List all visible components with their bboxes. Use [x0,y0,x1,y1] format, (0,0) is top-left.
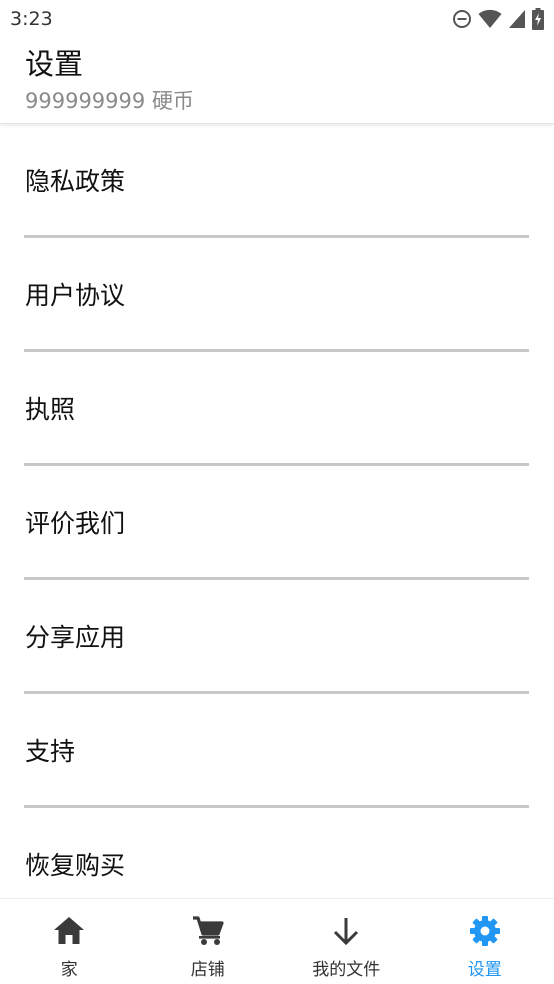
nav-item-settings[interactable]: 设置 [416,899,554,984]
signal-icon [508,9,526,29]
menu-item-label: 用户协议 [25,281,126,310]
nav-item-shop[interactable]: 店铺 [139,899,278,984]
home-icon [51,913,87,949]
nav-item-my-files[interactable]: 我的文件 [277,899,416,984]
menu-item-label: 分享应用 [25,623,126,652]
status-time: 3:23 [10,8,53,30]
nav-label: 店铺 [190,960,225,980]
menu-item-label: 评价我们 [25,509,126,538]
nav-label: 家 [60,960,78,980]
menu-item-licenses[interactable]: 执照 [0,352,554,466]
menu-item-label: 支持 [25,737,76,766]
nav-item-home[interactable]: 家 [0,899,139,984]
menu-item-privacy-policy[interactable]: 隐私政策 [0,124,554,238]
coin-balance: 999999999 硬币 [25,89,194,113]
status-icons [452,8,544,30]
nav-label: 我的文件 [312,960,381,980]
menu-item-label: 隐私政策 [25,167,126,196]
wifi-icon [478,9,502,29]
page-title: 设置 [25,47,84,81]
menu-item-restore-purchases[interactable]: 恢复购买 [0,808,554,898]
menu-item-rate-us[interactable]: 评价我们 [0,466,554,580]
menu-item-share-app[interactable]: 分享应用 [0,580,554,694]
status-bar: 3:23 [0,0,554,38]
settings-menu: 隐私政策 用户协议 执照 评价我们 分享应用 支持 恢复购买 [0,124,554,898]
app-header: 设置 999999999 硬币 [0,38,554,124]
menu-item-label: 恢复购买 [25,851,126,880]
menu-item-label: 执照 [25,395,76,424]
download-icon [328,913,364,949]
menu-item-support[interactable]: 支持 [0,694,554,808]
gear-icon [467,913,503,949]
cart-icon [190,913,226,949]
battery-charging-icon [532,8,544,30]
do-not-disturb-icon [452,9,472,29]
menu-item-user-agreement[interactable]: 用户协议 [0,238,554,352]
bottom-nav: 家 店铺 我的文件 设置 [0,898,554,984]
nav-label: 设置 [467,960,502,980]
